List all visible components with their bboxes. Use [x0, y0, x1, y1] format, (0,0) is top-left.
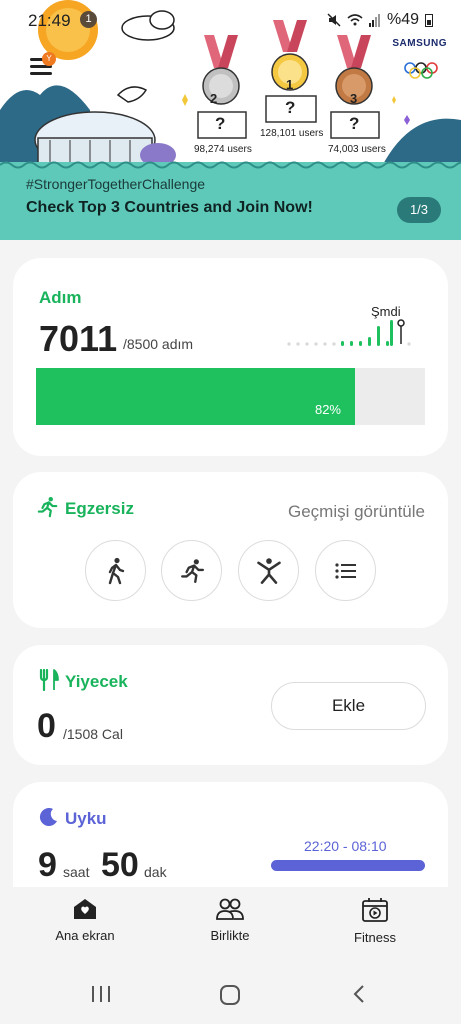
- wifi-icon: [347, 14, 363, 26]
- exercise-list-button[interactable]: [315, 540, 376, 601]
- gold-users-count: 128,101 users: [260, 128, 324, 139]
- fitness-icon: [362, 898, 388, 922]
- recent-apps-icon[interactable]: [91, 984, 111, 1004]
- steps-progress-label: 82%: [314, 402, 341, 417]
- bottom-navigation: Ana ekran Birlikte Fitness: [0, 887, 461, 965]
- system-navigation-bar: [0, 966, 461, 1024]
- steps-value: 7011: [39, 318, 118, 359]
- sleep-minutes: 50: [101, 846, 139, 884]
- sleep-time-range: 22:20 - 08:10: [304, 838, 387, 854]
- nav-home[interactable]: Ana ekran: [25, 897, 145, 945]
- mute-icon: [327, 13, 341, 27]
- medal-rank-3: 3: [350, 91, 358, 106]
- walking-icon: [108, 557, 124, 584]
- medal-rank-2: 2: [210, 91, 218, 106]
- silver-users-count: 98,274 users: [194, 144, 252, 155]
- moon-icon: [39, 808, 57, 827]
- exercise-running-icon: [37, 497, 58, 518]
- nav-fitness[interactable]: Fitness: [315, 897, 435, 947]
- steps-card[interactable]: Adım 7011 /8500 adım Şmdi 82%: [13, 258, 448, 456]
- steps-goal: /8500 adım: [123, 336, 194, 352]
- running-icon: [180, 558, 204, 583]
- running-button[interactable]: [161, 540, 222, 601]
- sleep-hours: 9: [38, 846, 57, 884]
- back-icon[interactable]: [352, 984, 366, 1004]
- sleep-hours-unit: saat: [63, 864, 90, 880]
- list-icon: [334, 562, 356, 579]
- view-history-link[interactable]: Geçmişi görüntüle: [288, 502, 425, 522]
- status-icons: %49: [327, 11, 433, 29]
- battery-icon: [425, 14, 433, 27]
- banner-page-indicator: 1/3: [397, 197, 441, 223]
- nav-fitness-label: Fitness: [354, 930, 396, 945]
- people-icon: [216, 898, 244, 920]
- exercise-card: Egzersiz Geçmişi görüntüle: [13, 472, 448, 628]
- workout-button[interactable]: [238, 540, 299, 601]
- food-title: Yiyecek: [65, 672, 128, 691]
- bronze-users-count: 74,003 users: [328, 144, 386, 155]
- sleep-minutes-unit: dak: [144, 864, 167, 880]
- samsung-logo: SAMSUNG: [392, 38, 447, 49]
- stadium-illustration: [34, 111, 156, 169]
- add-food-button[interactable]: Ekle: [271, 682, 426, 730]
- steps-title: Adım: [39, 288, 82, 307]
- medal-rank-1: 1: [286, 77, 294, 92]
- walking-button[interactable]: [85, 540, 146, 601]
- menu-badge: Y: [42, 52, 56, 66]
- food-value: 0: [37, 707, 56, 745]
- status-time: 21:49: [28, 11, 71, 30]
- banner-hashtag: #StrongerTogetherChallenge: [26, 176, 206, 192]
- food-goal: /1508 Cal: [63, 726, 123, 742]
- banner-title: Check Top 3 Countries and Join Now!: [26, 199, 313, 216]
- signal-icon: [368, 13, 380, 27]
- hourly-steps-chart: [287, 319, 411, 346]
- steps-progress-fill: [36, 368, 355, 425]
- fork-knife-icon: [39, 669, 59, 691]
- promo-banner[interactable]: 21:49 1 %49 Y 2 1 3 ? ? ? 98,274 users 1…: [0, 0, 461, 240]
- sleep-duration-bar: [271, 860, 425, 871]
- food-card[interactable]: Yiyecek 0 /1508 Cal Ekle: [13, 645, 448, 765]
- workout-icon: [256, 557, 281, 584]
- nav-together-label: Birlikte: [210, 928, 250, 943]
- battery-percent: %49: [386, 11, 419, 28]
- sleep-title: Uyku: [65, 809, 107, 828]
- notification-count-badge: 1: [80, 11, 97, 28]
- exercise-title: Egzersiz: [65, 499, 134, 518]
- home-icon: [74, 899, 96, 919]
- home-button-icon[interactable]: [219, 984, 241, 1006]
- nav-together[interactable]: Birlikte: [170, 897, 290, 945]
- steps-progress-bar: 82%: [36, 368, 425, 425]
- nav-home-label: Ana ekran: [55, 928, 115, 943]
